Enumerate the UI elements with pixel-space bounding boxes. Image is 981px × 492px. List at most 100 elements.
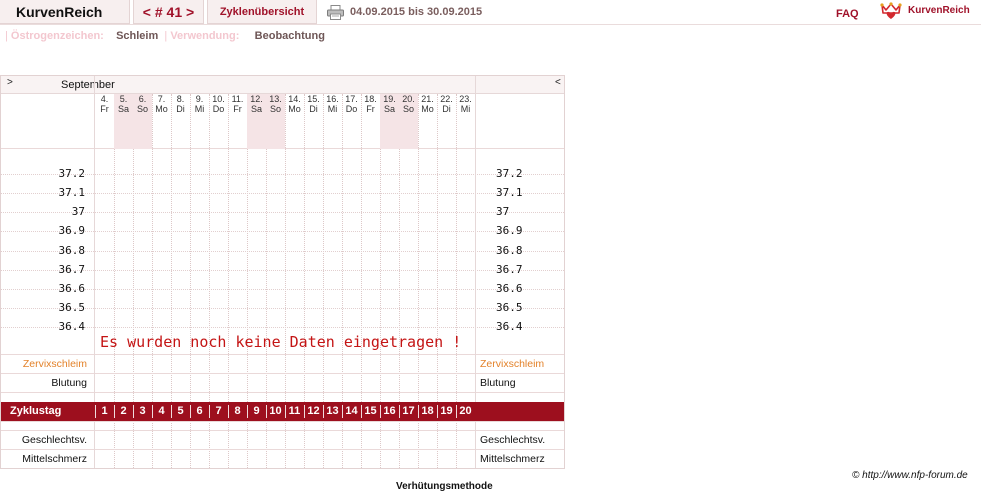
cycle-day-label: Zyklustag	[10, 405, 62, 417]
intercourse-label-left: Geschlechtsv.	[21, 434, 87, 446]
day-header[interactable]: 14. Mo	[285, 94, 304, 149]
weekday: So	[402, 104, 414, 114]
mittelschmerz-label-left: Mittelschmerz	[22, 453, 87, 465]
day-header[interactable]: 17. Do	[342, 94, 361, 149]
day-header[interactable]: 19. Sa	[380, 94, 399, 149]
printer-icon[interactable]	[327, 5, 344, 20]
cycle-day-number[interactable]: 5	[171, 405, 190, 417]
cycle-day-number[interactable]: 2	[114, 405, 133, 417]
cycle-day-number[interactable]: 18	[418, 405, 437, 417]
app-title: KurvenReich	[16, 4, 103, 20]
top-bar: KurvenReich < # 41 > Zyklenübersicht 04.…	[0, 0, 981, 24]
weekday: Mi	[460, 104, 471, 114]
day-header[interactable]: 4. Fr	[95, 94, 114, 149]
day-header[interactable]: 22. Di	[437, 94, 456, 149]
temperature-label-left: 37.2	[58, 167, 86, 180]
temperature-label-right: 36.8	[496, 243, 523, 257]
method-heading-partial: Verhütungsmethode	[396, 481, 493, 492]
cycle-overview-tab[interactable]: Zyklenübersicht	[207, 0, 317, 24]
weekday: Di	[442, 104, 451, 114]
day-header[interactable]: 8. Di	[171, 94, 190, 149]
day-number: 19.	[383, 94, 396, 104]
cervix-label-left: Zervixschleim	[22, 358, 87, 370]
temperature-label-right: 37	[496, 205, 510, 219]
weekday: Sa	[383, 104, 395, 114]
cycle-day-number[interactable]: 9	[247, 405, 266, 417]
cycle-day-number[interactable]: 14	[342, 405, 361, 417]
estrogen-sign-value: Schleim	[116, 30, 159, 42]
weekday: Fr	[100, 104, 109, 114]
cycle-day-number[interactable]: 10	[266, 405, 285, 417]
usage-label: Verwendung:	[170, 30, 240, 42]
day-number: 7.	[157, 94, 166, 104]
weekday: Mo	[155, 104, 168, 114]
day-header[interactable]: 23. Mi	[456, 94, 475, 149]
temperature-label-left: 36.4	[58, 320, 86, 334]
cycle-day-number[interactable]: 7	[209, 405, 228, 417]
day-header[interactable]: 9. Mi	[190, 94, 209, 149]
day-header[interactable]: 6. So	[133, 94, 152, 149]
faq-link[interactable]: FAQ	[836, 8, 859, 20]
day-header[interactable]: 18. Fr	[361, 94, 380, 149]
day-header[interactable]: 5. Sa	[114, 94, 133, 149]
app-title-tab[interactable]: KurvenReich	[0, 0, 130, 24]
temperature-label-right: 37.1	[496, 186, 523, 200]
day-header[interactable]: 11. Fr	[228, 94, 247, 149]
day-header[interactable]: 7. Mo	[152, 94, 171, 149]
cycle-day-number[interactable]: 6	[190, 405, 209, 417]
cervix-label-right: Zervixschleim	[480, 358, 545, 370]
day-header[interactable]: 13. So	[266, 94, 285, 149]
cycle-day-number[interactable]: 20	[456, 405, 475, 417]
cycle-day-number[interactable]: 11	[285, 405, 304, 417]
day-number: 20.	[402, 94, 415, 104]
day-number: 5.	[119, 94, 128, 104]
cycle-day-number[interactable]: 12	[304, 405, 323, 417]
bleeding-label-left: Blutung	[51, 377, 87, 389]
day-number: 9.	[195, 94, 204, 104]
weekday: Di	[309, 104, 318, 114]
weekday: Mo	[421, 104, 434, 114]
cycle-day-number[interactable]: 3	[133, 405, 152, 417]
day-header[interactable]: 15. Di	[304, 94, 323, 149]
day-header[interactable]: 12. Sa	[247, 94, 266, 149]
temperature-label-left: 36.6	[58, 281, 86, 295]
cycle-day-number[interactable]: 16	[380, 405, 399, 417]
day-header[interactable]: 21. Mo	[418, 94, 437, 149]
day-number: 11.	[231, 94, 244, 104]
cycle-day-number[interactable]: 4	[152, 405, 171, 417]
weekday: Fr	[233, 104, 242, 114]
day-header[interactable]: 16. Mi	[323, 94, 342, 149]
temperature-label-right: 36.7	[496, 262, 523, 276]
day-number: 18.	[364, 94, 377, 104]
cycle-day-number[interactable]: 17	[399, 405, 418, 417]
weekday: Sa	[117, 104, 129, 114]
temperature-label-right: 36.6	[496, 281, 523, 295]
temperature-label-right: 36.4	[496, 320, 523, 334]
separator: |	[161, 30, 171, 42]
cycle-navigator[interactable]: < # 41 >	[133, 0, 204, 24]
header-divider	[0, 24, 981, 25]
day-header[interactable]: 20. So	[399, 94, 418, 149]
brand-name[interactable]: KurvenReich	[908, 5, 970, 16]
cycle-day-number[interactable]: 13	[323, 405, 342, 417]
bleeding-label-right: Blutung	[480, 377, 516, 389]
copyright-notice: © http://www.nfp-forum.de	[852, 470, 968, 481]
crown-heart-icon	[880, 2, 902, 19]
temperature-label-right: 36.5	[496, 301, 523, 315]
day-header[interactable]: 10. Do	[209, 94, 228, 149]
cycle-day-number[interactable]: 1	[95, 405, 114, 417]
temperature-label-left: 36.7	[58, 262, 86, 276]
cycle-day-number[interactable]: 19	[437, 405, 456, 417]
cycle-day-number[interactable]: 15	[361, 405, 380, 417]
day-number: 23.	[459, 94, 472, 104]
cycle-day-number[interactable]: 8	[228, 405, 247, 417]
no-data-message: Es wurden noch keine Daten eingetragen !	[100, 333, 462, 351]
temperature-label-right: 37.2	[496, 167, 523, 180]
weekday: Do	[212, 104, 225, 114]
day-number: 15.	[307, 94, 320, 104]
cycle-chart: > September < 4. Fr 5. Sa 6. So 7. Mo 8. Di 9. Mi 10…	[0, 75, 565, 469]
estrogen-sign-label: Östrogenzeichen:	[10, 30, 104, 42]
day-number: 16.	[326, 94, 339, 104]
settings-bar: | Östrogenzeichen: Schleim | Verwendung:…	[5, 30, 325, 42]
temperature-label-left: 37	[71, 205, 85, 219]
